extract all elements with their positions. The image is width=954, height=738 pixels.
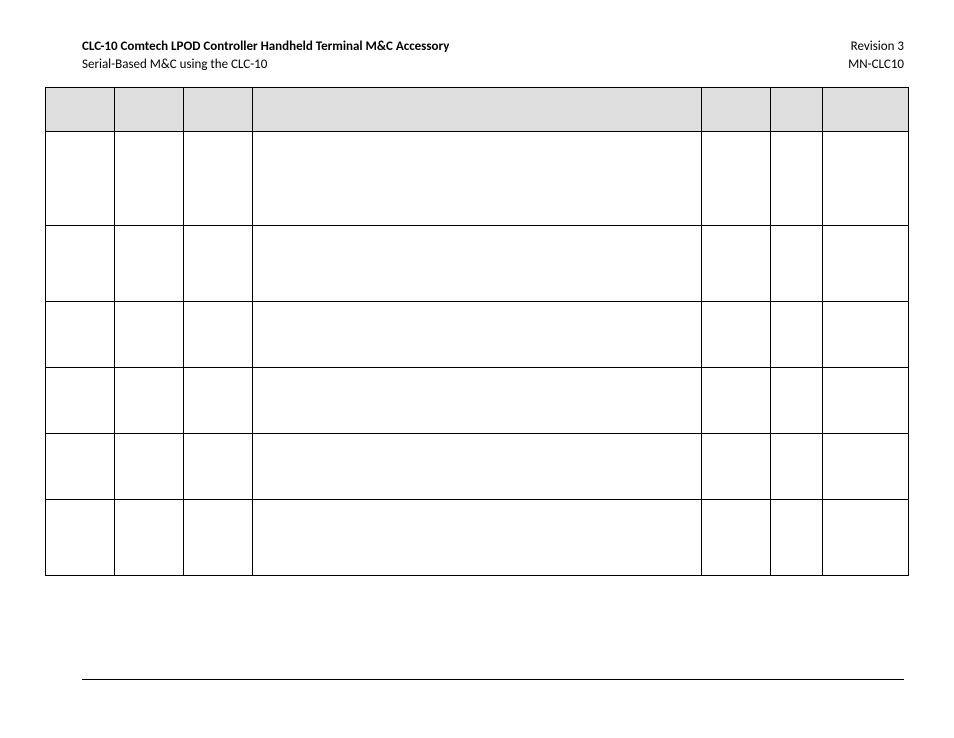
cell	[115, 500, 184, 576]
cell	[115, 434, 184, 500]
cell	[822, 434, 908, 500]
cell	[822, 368, 908, 434]
cell	[184, 434, 253, 500]
cell	[822, 500, 908, 576]
cell	[46, 302, 115, 368]
cell	[770, 302, 822, 368]
cell	[184, 368, 253, 434]
header-revision: Revision 3	[848, 38, 904, 56]
cell	[46, 368, 115, 434]
cell	[770, 132, 822, 226]
cell	[115, 368, 184, 434]
cell	[253, 368, 702, 434]
cell	[115, 132, 184, 226]
table-row	[46, 226, 909, 302]
cell	[701, 132, 770, 226]
header-title-line2: Serial-Based M&C using the CLC-10	[82, 56, 449, 74]
cell	[822, 132, 908, 226]
cell	[822, 302, 908, 368]
cell	[253, 302, 702, 368]
cell	[701, 368, 770, 434]
header-right: Revision 3 MN-CLC10	[848, 38, 904, 73]
cell	[770, 434, 822, 500]
cell	[184, 226, 253, 302]
cell	[184, 500, 253, 576]
cell	[822, 226, 908, 302]
col-header	[770, 88, 822, 132]
page: CLC-10 Comtech LPOD Controller Handheld …	[0, 0, 954, 738]
table-row	[46, 500, 909, 576]
cell	[701, 434, 770, 500]
col-header	[822, 88, 908, 132]
header-docnum: MN-CLC10	[848, 56, 904, 74]
cell	[701, 226, 770, 302]
cell	[253, 434, 702, 500]
data-table	[45, 87, 909, 576]
cell	[701, 302, 770, 368]
footer-rule	[82, 679, 904, 680]
table-row	[46, 132, 909, 226]
cell	[184, 132, 253, 226]
col-header	[46, 88, 115, 132]
col-header	[253, 88, 702, 132]
cell	[46, 434, 115, 500]
cell	[253, 226, 702, 302]
cell	[184, 302, 253, 368]
table-row	[46, 434, 909, 500]
col-header	[701, 88, 770, 132]
cell	[701, 500, 770, 576]
col-header	[115, 88, 184, 132]
cell	[253, 132, 702, 226]
table-row	[46, 368, 909, 434]
table-container	[45, 87, 909, 576]
cell	[770, 500, 822, 576]
cell	[46, 132, 115, 226]
header-left: CLC-10 Comtech LPOD Controller Handheld …	[82, 38, 449, 73]
table-row	[46, 302, 909, 368]
cell	[770, 226, 822, 302]
page-header: CLC-10 Comtech LPOD Controller Handheld …	[82, 38, 904, 73]
cell	[253, 500, 702, 576]
cell	[115, 226, 184, 302]
header-title-text1: CLC-10 Comtech LPOD Controller Handheld …	[82, 39, 449, 54]
col-header	[184, 88, 253, 132]
table-header-row	[46, 88, 909, 132]
cell	[115, 302, 184, 368]
header-title-line1: CLC-10 Comtech LPOD Controller Handheld …	[82, 38, 449, 56]
cell	[46, 500, 115, 576]
cell	[770, 368, 822, 434]
cell	[46, 226, 115, 302]
